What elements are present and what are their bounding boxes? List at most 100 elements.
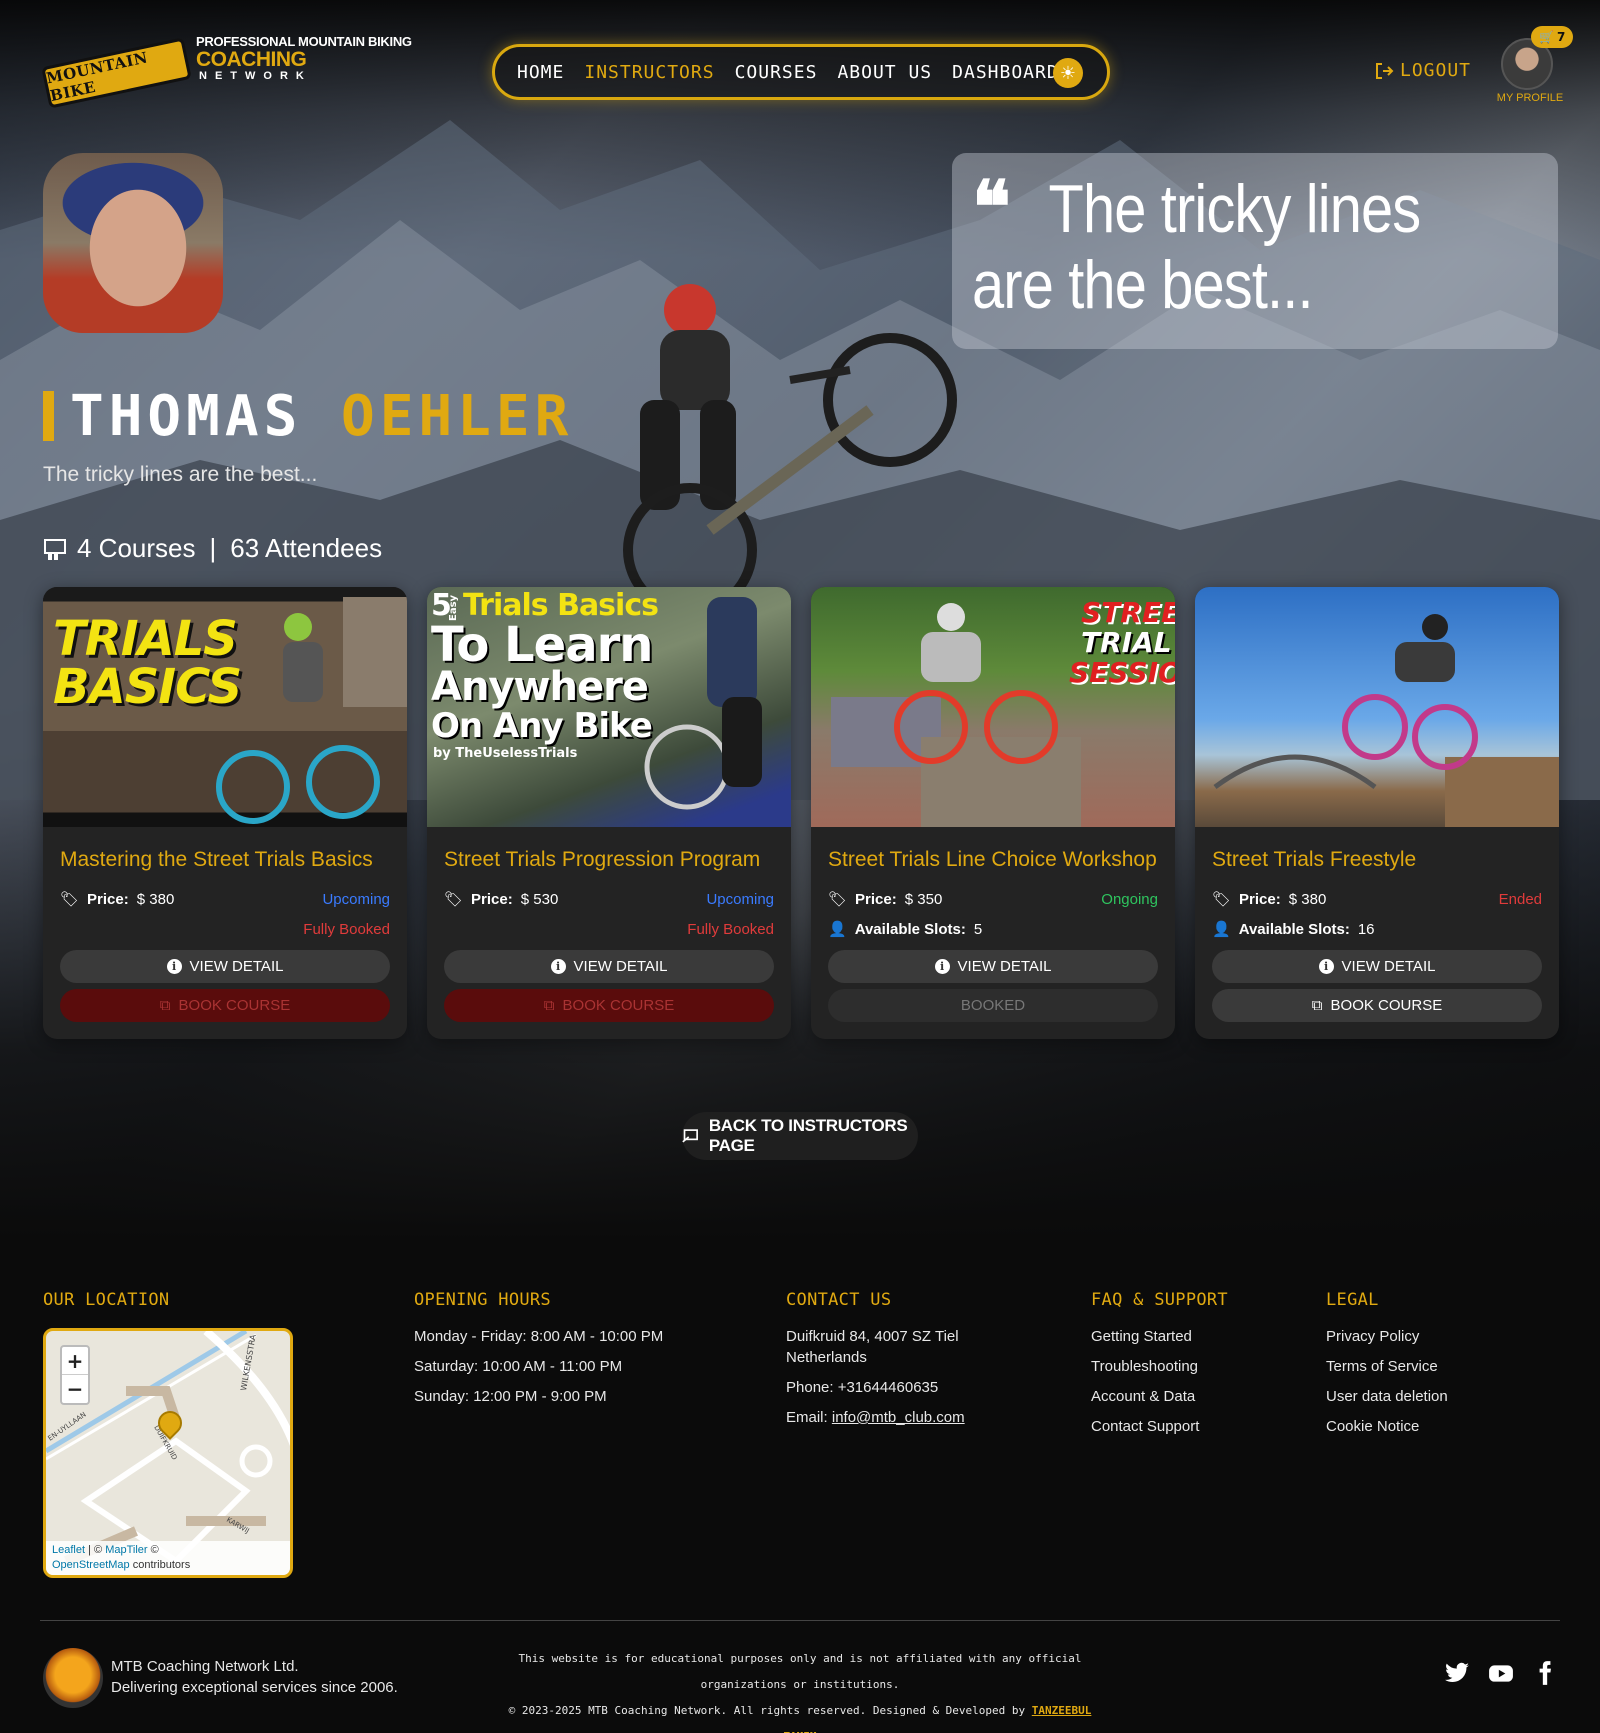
nav-dashboard[interactable]: DASHBOARD [952, 62, 1059, 83]
footer-hours: OPENING HOURS Monday - Friday: 8:00 AM -… [414, 1290, 663, 1416]
book-icon: ⧉ [543, 997, 555, 1014]
view-detail-button[interactable]: i VIEW DETAIL [1212, 950, 1542, 983]
faq-link-account-data[interactable]: Account & Data [1091, 1386, 1228, 1407]
hours-heading: OPENING HOURS [414, 1290, 551, 1310]
main-nav: HOME INSTRUCTORS COURSES ABOUT US DASHBO… [492, 44, 1110, 100]
price-label: Price: [855, 890, 897, 908]
nav-instructors[interactable]: INSTRUCTORS [584, 62, 714, 83]
price-tag-icon: 🏷 [444, 891, 464, 908]
view-detail-button[interactable]: i VIEW DETAIL [444, 950, 774, 983]
course-card: TRIALS BASICS Mastering the Street Trial… [43, 587, 407, 1039]
slots-value: 16 [1357, 920, 1375, 938]
logo-line-2: COACHING [196, 48, 307, 71]
site-logo[interactable]: MOUNTAIN BIKE PROFESSIONAL MOUNTAIN BIKI… [41, 34, 444, 109]
map-zoom-control: + − [60, 1345, 90, 1405]
book-icon: ⧉ [1311, 997, 1323, 1014]
course-title[interactable]: Mastering the Street Trials Basics [60, 845, 390, 874]
cart-badge[interactable]: 🛒 7 [1531, 26, 1574, 48]
nav-home[interactable]: HOME [517, 62, 564, 83]
zoom-in-button[interactable]: + [62, 1347, 88, 1375]
faq-link-getting-started[interactable]: Getting Started [1091, 1326, 1228, 1347]
my-profile[interactable]: 🛒 7 MY PROFILE [1495, 26, 1574, 112]
book-course-label: BOOK COURSE [1330, 997, 1443, 1014]
price-tag-icon: 🏷 [1212, 891, 1232, 908]
legal-link-privacy[interactable]: Privacy Policy [1326, 1326, 1448, 1347]
company-name: MTB Coaching Network Ltd. [111, 1658, 299, 1675]
hours-sunday: Sunday: 12:00 PM - 9:00 PM [414, 1388, 607, 1405]
stats-separator: | [209, 533, 217, 563]
leaflet-link[interactable]: Leaflet [52, 1544, 85, 1556]
course-title[interactable]: Street Trials Line Choice Workshop [828, 845, 1158, 874]
price-label: Price: [471, 890, 513, 908]
nav-about-us[interactable]: ABOUT US [837, 62, 932, 83]
price-tag-icon: 🏷 [828, 891, 848, 908]
cart-icon: 🛒 [1539, 30, 1554, 44]
hours-weekdays: Monday - Friday: 8:00 AM - 10:00 PM [414, 1328, 664, 1345]
maptiler-link[interactable]: MapTiler [105, 1544, 147, 1556]
price-value: $ 380 [1288, 890, 1327, 908]
faq-link-troubleshooting[interactable]: Troubleshooting [1091, 1356, 1228, 1377]
profile-label: MY PROFILE [1496, 92, 1564, 104]
copyright: © 2023-2025 MTB Coaching Network. All ri… [508, 1704, 1026, 1717]
osm-link[interactable]: OpenStreetMap [52, 1559, 130, 1571]
course-title[interactable]: Street Trials Progression Program [444, 845, 774, 874]
social-links [1444, 1660, 1558, 1686]
view-detail-button[interactable]: i VIEW DETAIL [60, 950, 390, 983]
logo-line-1: PROFESSIONAL MOUNTAIN BIKING [196, 34, 412, 49]
course-image-line-4: On Any Bike [431, 706, 653, 746]
book-course-label: BOOK COURSE [562, 997, 675, 1014]
disclaimer: This website is for educational purposes… [518, 1652, 1082, 1691]
course-card: Street Trials Freestyle 🏷 Price: $ 380 E… [1195, 587, 1559, 1039]
booked-label: BOOKED [960, 997, 1026, 1014]
youtube-icon[interactable] [1488, 1660, 1514, 1686]
footer-faq: FAQ & SUPPORT Getting Started Troublesho… [1091, 1290, 1228, 1446]
view-detail-button[interactable]: i VIEW DETAIL [828, 950, 1158, 983]
legal-link-terms[interactable]: Terms of Service [1326, 1356, 1448, 1377]
course-image-line-2: TRIAL [1081, 626, 1172, 659]
course-title[interactable]: Street Trials Freestyle [1212, 845, 1542, 874]
footer-legal-text: This website is for educational purposes… [500, 1646, 1100, 1733]
book-course-button[interactable]: ⧉ BOOK COURSE [60, 989, 390, 1022]
legal-link-data-deletion[interactable]: User data deletion [1326, 1386, 1448, 1407]
course-image: 5 Easy Trials Basics To Learn Anywhere O… [427, 587, 791, 827]
course-image-line-3: Anywhere [431, 664, 649, 710]
instructor-photo [43, 153, 223, 333]
quote-text: The tricky lines are the best... [972, 171, 1421, 323]
price-value: $ 530 [520, 890, 559, 908]
cart-count: 7 [1556, 30, 1566, 44]
add-user-icon: 👤 [828, 921, 847, 938]
facebook-icon[interactable] [1532, 1660, 1558, 1686]
book-course-button[interactable]: ⧉ BOOK COURSE [444, 989, 774, 1022]
location-map[interactable]: WILKENSSTRA DUIFKRUID KARWIJ EN-UYLLAAN … [43, 1328, 293, 1578]
faq-link-contact-support[interactable]: Contact Support [1091, 1416, 1228, 1437]
slots-value: 5 [973, 920, 983, 938]
view-detail-label: VIEW DETAIL [1341, 958, 1436, 975]
zoom-out-button[interactable]: − [62, 1375, 88, 1403]
last-name: OEHLER [341, 384, 574, 449]
footer-contact: CONTACT US Duifkruid 84, 4007 SZ Tiel Ne… [786, 1290, 965, 1437]
fully-booked-note: Fully Booked [687, 920, 774, 938]
status-badge: Ongoing [1101, 890, 1158, 908]
course-image-byline: by TheUselessTrials [433, 746, 578, 761]
legal-link-cookies[interactable]: Cookie Notice [1326, 1416, 1448, 1437]
hours-saturday: Saturday: 10:00 AM - 11:00 PM [414, 1358, 623, 1375]
back-to-instructors-button[interactable]: BACK TO INSTRUCTORS PAGE [682, 1112, 918, 1160]
courses-count: 4 Courses [77, 533, 196, 563]
nav-courses[interactable]: COURSES [735, 62, 818, 83]
info-icon: i [166, 959, 182, 974]
price-label: Price: [1239, 890, 1281, 908]
course-image-title: TRIALS BASICS [53, 611, 242, 715]
sun-icon[interactable]: ☀ [1053, 58, 1083, 88]
book-course-button[interactable]: ⧉ BOOK COURSE [1212, 989, 1542, 1022]
add-user-icon: 👤 [1212, 921, 1231, 938]
info-icon: i [550, 959, 566, 974]
name-accent-bar [43, 391, 54, 441]
first-name: THOMAS [70, 384, 303, 449]
logout-icon [1376, 62, 1394, 79]
contact-email-link[interactable]: info@mtb_club.com [832, 1409, 965, 1426]
course-image-line-1: STREE [1081, 596, 1175, 629]
logout-button[interactable]: LOGOUT [1374, 60, 1471, 81]
footer-logo[interactable] [43, 1648, 103, 1708]
twitter-icon[interactable] [1444, 1660, 1470, 1686]
booked-button[interactable]: BOOKED [828, 989, 1158, 1022]
